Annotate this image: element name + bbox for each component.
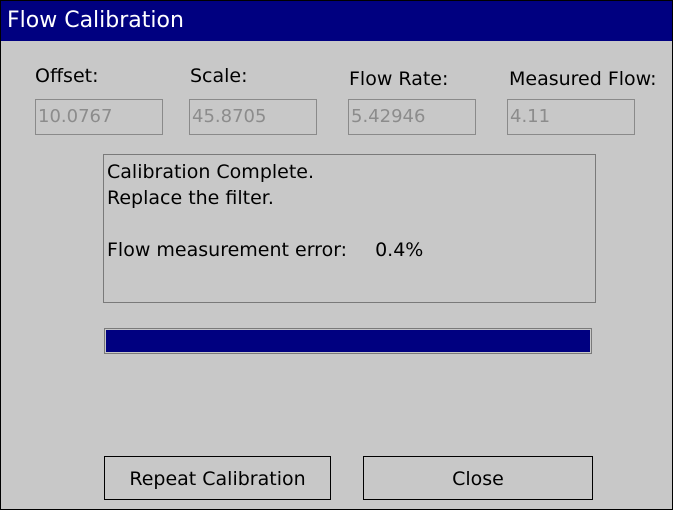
offset-label: Offset: [35,65,99,87]
flow-calibration-window: Flow Calibration Offset: 10.0767 Scale: … [0,0,673,510]
offset-field: 10.0767 [35,99,163,135]
flow-error-value: 0.4% [375,239,424,261]
progress-fill [106,330,590,352]
replace-filter-text: Replace the filter. [107,187,274,209]
calibration-progress-bar [104,328,592,354]
calibration-message-box: Calibration Complete. Replace the filter… [103,154,596,303]
scale-field: 45.8705 [189,99,317,135]
measured-flow-label: Measured Flow: [509,68,657,90]
measured-flow-field: 4.11 [507,99,635,135]
scale-label: Scale: [190,65,248,87]
flow-error-label: Flow measurement error: [107,239,348,261]
repeat-calibration-button[interactable]: Repeat Calibration [104,456,331,500]
calibration-complete-text: Calibration Complete. [107,161,315,183]
flow-error-line: Flow measurement error: 0.4% [107,237,592,263]
flow-rate-field: 5.42946 [348,99,476,135]
window-title: Flow Calibration [1,1,672,41]
flow-rate-label: Flow Rate: [349,68,449,90]
close-button[interactable]: Close [363,456,593,500]
